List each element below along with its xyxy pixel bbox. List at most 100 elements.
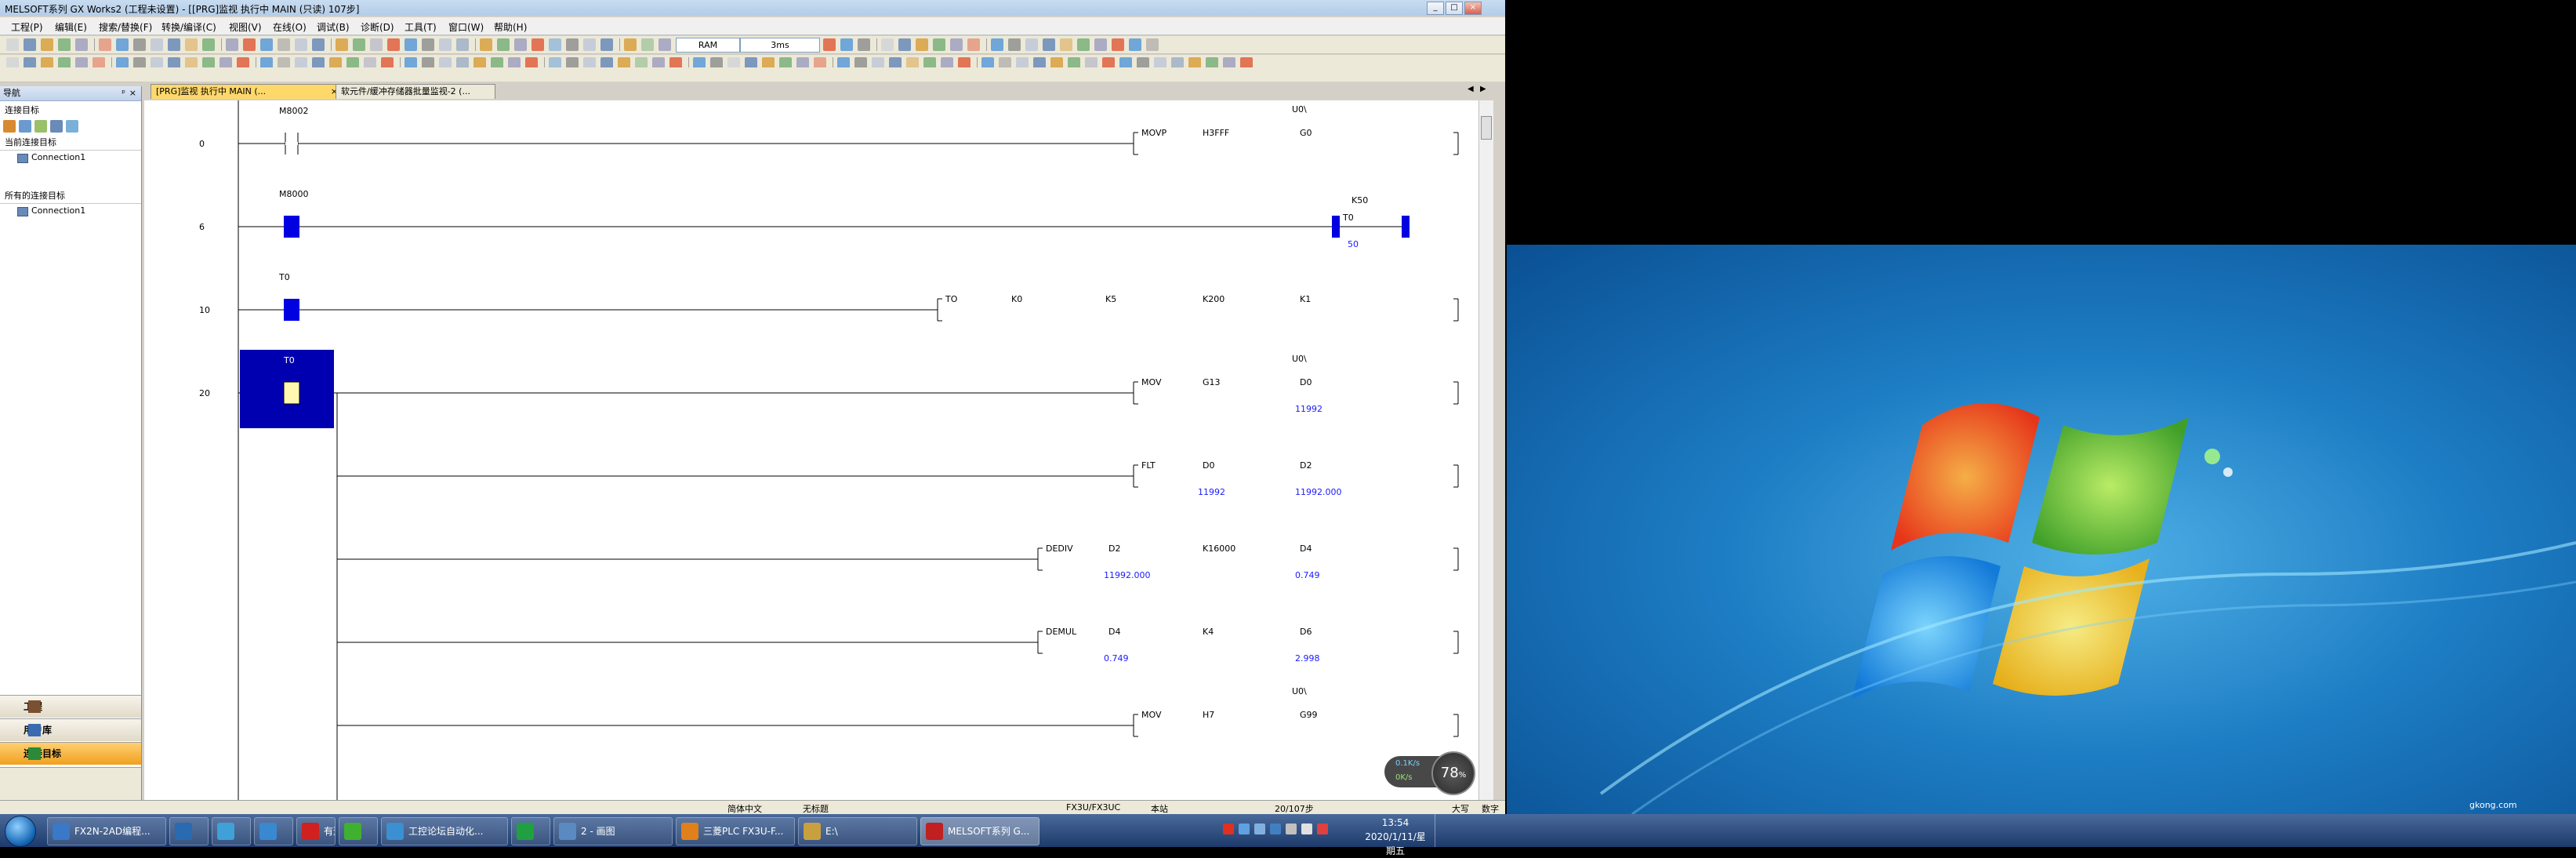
- toolbar-button-icon[interactable]: [898, 38, 911, 51]
- nav-button-connect-target[interactable]: 连接目标: [0, 742, 141, 765]
- taskbar-task[interactable]: E:\: [798, 817, 917, 845]
- toolbar-button-icon[interactable]: [480, 38, 492, 51]
- menu-find-replace[interactable]: 搜索/替换(F): [99, 20, 152, 34]
- taskbar-task[interactable]: FX2N-2AD编程...: [47, 817, 166, 845]
- toolbar-button-icon[interactable]: [1025, 38, 1038, 51]
- toolbar-button-icon[interactable]: [600, 38, 613, 51]
- toolbar-button-icon[interactable]: [532, 38, 544, 51]
- scan-time-field[interactable]: 3ms: [740, 38, 820, 53]
- tray-icon[interactable]: [1254, 823, 1265, 834]
- input-method-icon[interactable]: [1223, 823, 1234, 834]
- toolbar-button-icon[interactable]: [1094, 38, 1107, 51]
- toolbar-button-icon[interactable]: [514, 38, 527, 51]
- taskbar-task[interactable]: [169, 817, 209, 845]
- toolbar-button-icon[interactable]: [641, 38, 654, 51]
- toolbar-button-icon[interactable]: [933, 38, 945, 51]
- toolbar-button-icon[interactable]: [226, 38, 238, 51]
- toolbar-button-icon[interactable]: [58, 38, 71, 51]
- pin-icon[interactable]: ᵖ: [122, 86, 125, 100]
- toolbar-button-icon[interactable]: [260, 38, 273, 51]
- toolbar-button-icon[interactable]: [278, 38, 290, 51]
- toolbar-button-icon[interactable]: [583, 38, 596, 51]
- toolbar-button-icon[interactable]: [133, 38, 146, 51]
- toolbar-button-icon[interactable]: [858, 38, 870, 51]
- menu-diagnostics[interactable]: 诊断(D): [361, 20, 394, 34]
- toolbar-button-icon[interactable]: [1129, 38, 1141, 51]
- toolbar-button-icon[interactable]: [41, 38, 53, 51]
- toolbar-button-icon[interactable]: [549, 38, 561, 51]
- tree-item-current-connection[interactable]: Connection1: [0, 151, 141, 164]
- toolbar-button-icon[interactable]: [456, 38, 469, 51]
- menu-window[interactable]: 窗口(W): [448, 20, 484, 34]
- toolbar-button-icon[interactable]: [116, 38, 129, 51]
- taskbar-task[interactable]: [212, 817, 251, 845]
- nav-button-user-library[interactable]: 用户库: [0, 718, 141, 741]
- toolbar-button-icon[interactable]: [566, 38, 579, 51]
- memory-field[interactable]: RAM: [676, 38, 740, 53]
- taskbar-task[interactable]: MELSOFT系列 G...: [920, 817, 1039, 845]
- clock[interactable]: 13:54 2020/1/11/星期五: [1364, 816, 1427, 858]
- refresh-icon[interactable]: [34, 120, 47, 133]
- tab-scroll-right-icon[interactable]: ▶: [1480, 85, 1486, 93]
- toolbar-button-icon[interactable]: [99, 38, 111, 51]
- connection-icon[interactable]: [19, 120, 31, 133]
- volume-icon[interactable]: [1301, 823, 1312, 834]
- minimize-button[interactable]: _: [1427, 2, 1444, 15]
- toolbar-button-icon[interactable]: [24, 38, 36, 51]
- taskbar-task[interactable]: 工控论坛自动化...: [381, 817, 508, 845]
- close-button[interactable]: ×: [1464, 2, 1482, 15]
- toolbar-button-icon[interactable]: [950, 38, 963, 51]
- toolbar-button-icon[interactable]: [353, 38, 365, 51]
- taskbar-task[interactable]: [339, 817, 378, 845]
- toolbar-button-icon[interactable]: [1043, 38, 1055, 51]
- tab-program-monitor[interactable]: [PRG]监视 执行中 MAIN (... ×: [151, 84, 342, 99]
- toolbar-button-icon[interactable]: [336, 38, 348, 51]
- taskbar-task[interactable]: 2 - 画图: [553, 817, 673, 845]
- properties-icon[interactable]: [50, 120, 63, 133]
- menu-project[interactable]: 工程(P): [11, 20, 43, 34]
- toolbar-button-icon[interactable]: [916, 38, 928, 51]
- toolbar-button-icon[interactable]: [422, 38, 434, 51]
- maximize-button[interactable]: □: [1446, 2, 1463, 15]
- taskbar-task[interactable]: 有道: [296, 817, 336, 845]
- toolbar-button-icon[interactable]: [1146, 38, 1159, 51]
- toolbar-button-icon[interactable]: [840, 38, 853, 51]
- toolbar-button-icon[interactable]: [823, 38, 836, 51]
- toolbar-button-icon[interactable]: [881, 38, 894, 51]
- scroll-thumb[interactable]: [1481, 116, 1492, 140]
- nav-close-icon[interactable]: ×: [129, 86, 136, 100]
- toolbar-button-icon[interactable]: [497, 38, 510, 51]
- toolbar-button-icon[interactable]: [387, 38, 400, 51]
- network-speed-widget[interactable]: 0.1K/s 0K/s 78%: [1384, 751, 1478, 795]
- taskbar-task[interactable]: [254, 817, 293, 845]
- menu-convert-compile[interactable]: 转换/编译(C): [161, 20, 216, 34]
- tab-scroll-left-icon[interactable]: ◀: [1468, 85, 1474, 93]
- tray-icon[interactable]: [1270, 823, 1281, 834]
- menu-online[interactable]: 在线(O): [273, 20, 307, 34]
- toolbar-button-icon[interactable]: [6, 38, 19, 51]
- menu-view[interactable]: 视图(V): [229, 20, 262, 34]
- tree-item-all-connection[interactable]: Connection1: [0, 204, 141, 217]
- toolbar-button-icon[interactable]: [967, 38, 980, 51]
- new-connection-icon[interactable]: [3, 120, 16, 133]
- toolbar-button-icon[interactable]: [312, 38, 325, 51]
- toolbar-button-icon[interactable]: [1077, 38, 1090, 51]
- taskbar-task[interactable]: [511, 817, 550, 845]
- toolbar-button-icon[interactable]: [202, 38, 215, 51]
- toolbar-button-icon[interactable]: [659, 38, 671, 51]
- menu-help[interactable]: 帮助(H): [494, 20, 527, 34]
- monitor-icon[interactable]: [66, 120, 78, 133]
- toolbar-button-icon[interactable]: [75, 38, 88, 51]
- taskbar-task[interactable]: 三菱PLC FX3U-F...: [676, 817, 795, 845]
- toolbar-button-icon[interactable]: [243, 38, 256, 51]
- tray-icon[interactable]: [1239, 823, 1250, 834]
- toolbar-button-icon[interactable]: [185, 38, 198, 51]
- toolbar-button-icon[interactable]: [1008, 38, 1021, 51]
- menu-debug[interactable]: 调试(B): [317, 20, 350, 34]
- toolbar-button-icon[interactable]: [370, 38, 383, 51]
- toolbar-button-icon[interactable]: [151, 38, 163, 51]
- menu-edit[interactable]: 编辑(E): [55, 20, 87, 34]
- toolbar-button-icon[interactable]: [1112, 38, 1124, 51]
- toolbar-button-icon[interactable]: [439, 38, 452, 51]
- nav-button-project[interactable]: 工程: [0, 695, 141, 718]
